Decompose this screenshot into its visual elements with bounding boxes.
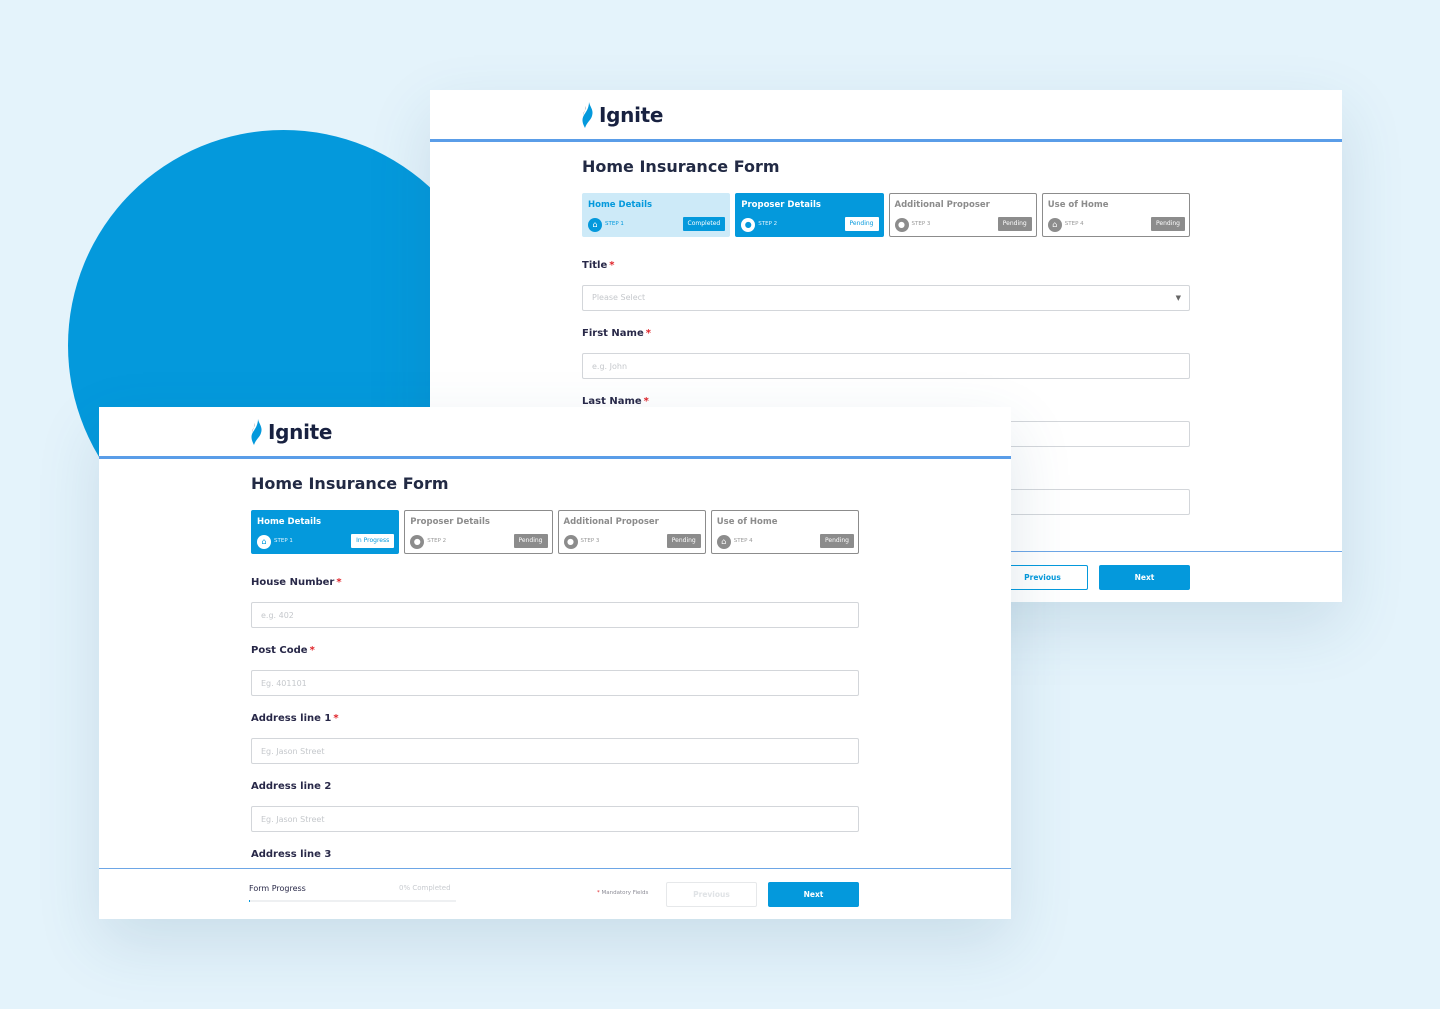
form-progress-label: Form Progress <box>249 884 306 893</box>
form-title: Home Insurance Form <box>582 157 780 176</box>
step-title: Home Details <box>588 200 653 210</box>
step-additional-proposer[interactable]: Additional Proposer ● STEP 3 Pending <box>557 510 706 554</box>
status-badge: Pending <box>844 217 879 231</box>
home-icon: ⌂ <box>257 535 271 549</box>
step-proposer-details[interactable]: Proposer Details ● STEP 2 Pending <box>404 510 553 554</box>
label-text: House Number <box>251 577 335 588</box>
chevron-down-icon: ▼ <box>1175 294 1181 302</box>
progress-percent: 0% Completed <box>399 884 451 892</box>
status-badge: Pending <box>1151 217 1185 231</box>
step-number: STEP 1 <box>274 538 293 544</box>
users-icon: ● <box>563 535 578 549</box>
progress-bar-fill <box>249 900 251 902</box>
step-title: Proposer Details <box>410 517 490 527</box>
required-marker: * <box>309 645 315 656</box>
step-use-of-home[interactable]: Use of Home ⌂ STEP 4 Pending <box>1041 193 1190 237</box>
next-button[interactable]: Next <box>768 882 859 907</box>
brand-logo[interactable]: Ignite <box>581 100 663 130</box>
step-tracker: Home Details ⌂ STEP 1 Completed Proposer… <box>582 193 1190 237</box>
label-text: First Name <box>582 328 644 339</box>
label-text: Address line 3 <box>251 849 332 860</box>
address-line-2-field[interactable] <box>251 806 859 832</box>
step-additional-proposer[interactable]: Additional Proposer ● STEP 3 Pending <box>888 193 1037 237</box>
step-use-of-home[interactable]: Use of Home ⌂ STEP 4 Pending <box>710 510 859 554</box>
step-number: STEP 4 <box>1064 221 1084 227</box>
house-number-field[interactable] <box>251 602 859 628</box>
select-placeholder: Please Select <box>592 293 646 302</box>
status-badge: In Progress <box>351 534 395 548</box>
status-badge: Pending <box>513 534 548 548</box>
title-select[interactable]: Please Select ▼ <box>582 285 1190 311</box>
step-home-details[interactable]: Home Details ⌂ STEP 1 In Progress <box>251 510 400 554</box>
step-number: STEP 1 <box>605 221 624 227</box>
field-label-address-line-3: Address line 3 <box>251 848 859 862</box>
label-text: Post Code <box>251 645 308 656</box>
status-badge: Completed <box>682 217 726 231</box>
home-icon: ⌂ <box>588 218 602 232</box>
form-title: Home Insurance Form <box>251 474 449 493</box>
users-icon: ● <box>894 218 909 232</box>
field-label-address-line-1: Address line 1 * <box>251 712 859 726</box>
label-text: Address line 2 <box>251 781 332 792</box>
step-title: Additional Proposer <box>563 517 659 527</box>
label-text: Last Name <box>582 396 642 407</box>
form-footer: Form Progress 0% Completed * Mandatory F… <box>99 868 1011 918</box>
field-label-title: Title * <box>582 259 1190 273</box>
status-badge: Pending <box>820 534 854 548</box>
brand-logo[interactable]: Ignite <box>250 417 332 447</box>
home-icon: ⌂ <box>716 535 731 549</box>
form-content: Home Insurance Form Home Details ⌂ STEP … <box>251 473 859 900</box>
required-marker: * <box>609 260 615 271</box>
mandatory-note: * Mandatory Fields <box>597 890 648 896</box>
step-home-details[interactable]: Home Details ⌂ STEP 1 Completed <box>582 193 731 237</box>
step-number: STEP 2 <box>758 221 778 227</box>
address-line-1-field[interactable] <box>251 738 859 764</box>
required-marker: * <box>336 577 342 588</box>
step-title: Additional Proposer <box>894 200 990 210</box>
app-header: Ignite <box>430 90 1342 142</box>
first-name-field[interactable] <box>582 353 1190 379</box>
previous-button[interactable]: Previous <box>666 882 757 907</box>
step-title: Use of Home <box>1047 200 1109 210</box>
next-button[interactable]: Next <box>1099 565 1190 590</box>
post-code-field[interactable] <box>251 670 859 696</box>
user-icon: ● <box>410 535 425 549</box>
field-label-first-name: First Name * <box>582 327 1190 341</box>
step-tracker: Home Details ⌂ STEP 1 In Progress Propos… <box>251 510 859 554</box>
front-form-window: Ignite Home Insurance Form Home Details … <box>99 407 1011 919</box>
step-proposer-details[interactable]: Proposer Details ● STEP 2 Pending <box>735 193 884 237</box>
step-number: STEP 4 <box>733 538 753 544</box>
step-title: Home Details <box>257 517 322 527</box>
brand-name: Ignite <box>599 103 664 127</box>
step-title: Proposer Details <box>741 200 821 210</box>
required-marker: * <box>645 328 651 339</box>
home-icon: ⌂ <box>1047 218 1062 232</box>
field-label-house-number: House Number * <box>251 576 859 590</box>
required-marker: * <box>333 713 339 724</box>
field-label-address-line-2: Address line 2 <box>251 780 859 794</box>
mandatory-text: Mandatory Fields <box>601 890 649 896</box>
user-icon: ● <box>741 218 756 232</box>
label-text: Address line 1 <box>251 713 332 724</box>
flame-icon <box>582 102 593 128</box>
field-label-post-code: Post Code * <box>251 644 859 658</box>
status-badge: Pending <box>666 534 701 548</box>
flame-icon <box>251 419 262 445</box>
status-badge: Pending <box>997 217 1032 231</box>
step-number: STEP 3 <box>911 221 931 227</box>
brand-name: Ignite <box>268 420 333 444</box>
step-number: STEP 3 <box>580 538 600 544</box>
label-text: Title <box>582 260 608 271</box>
step-title: Use of Home <box>716 517 778 527</box>
required-marker: * <box>597 890 600 896</box>
app-header: Ignite <box>99 407 1011 459</box>
step-number: STEP 2 <box>427 538 447 544</box>
progress-bar <box>249 900 456 902</box>
required-marker: * <box>643 396 649 407</box>
